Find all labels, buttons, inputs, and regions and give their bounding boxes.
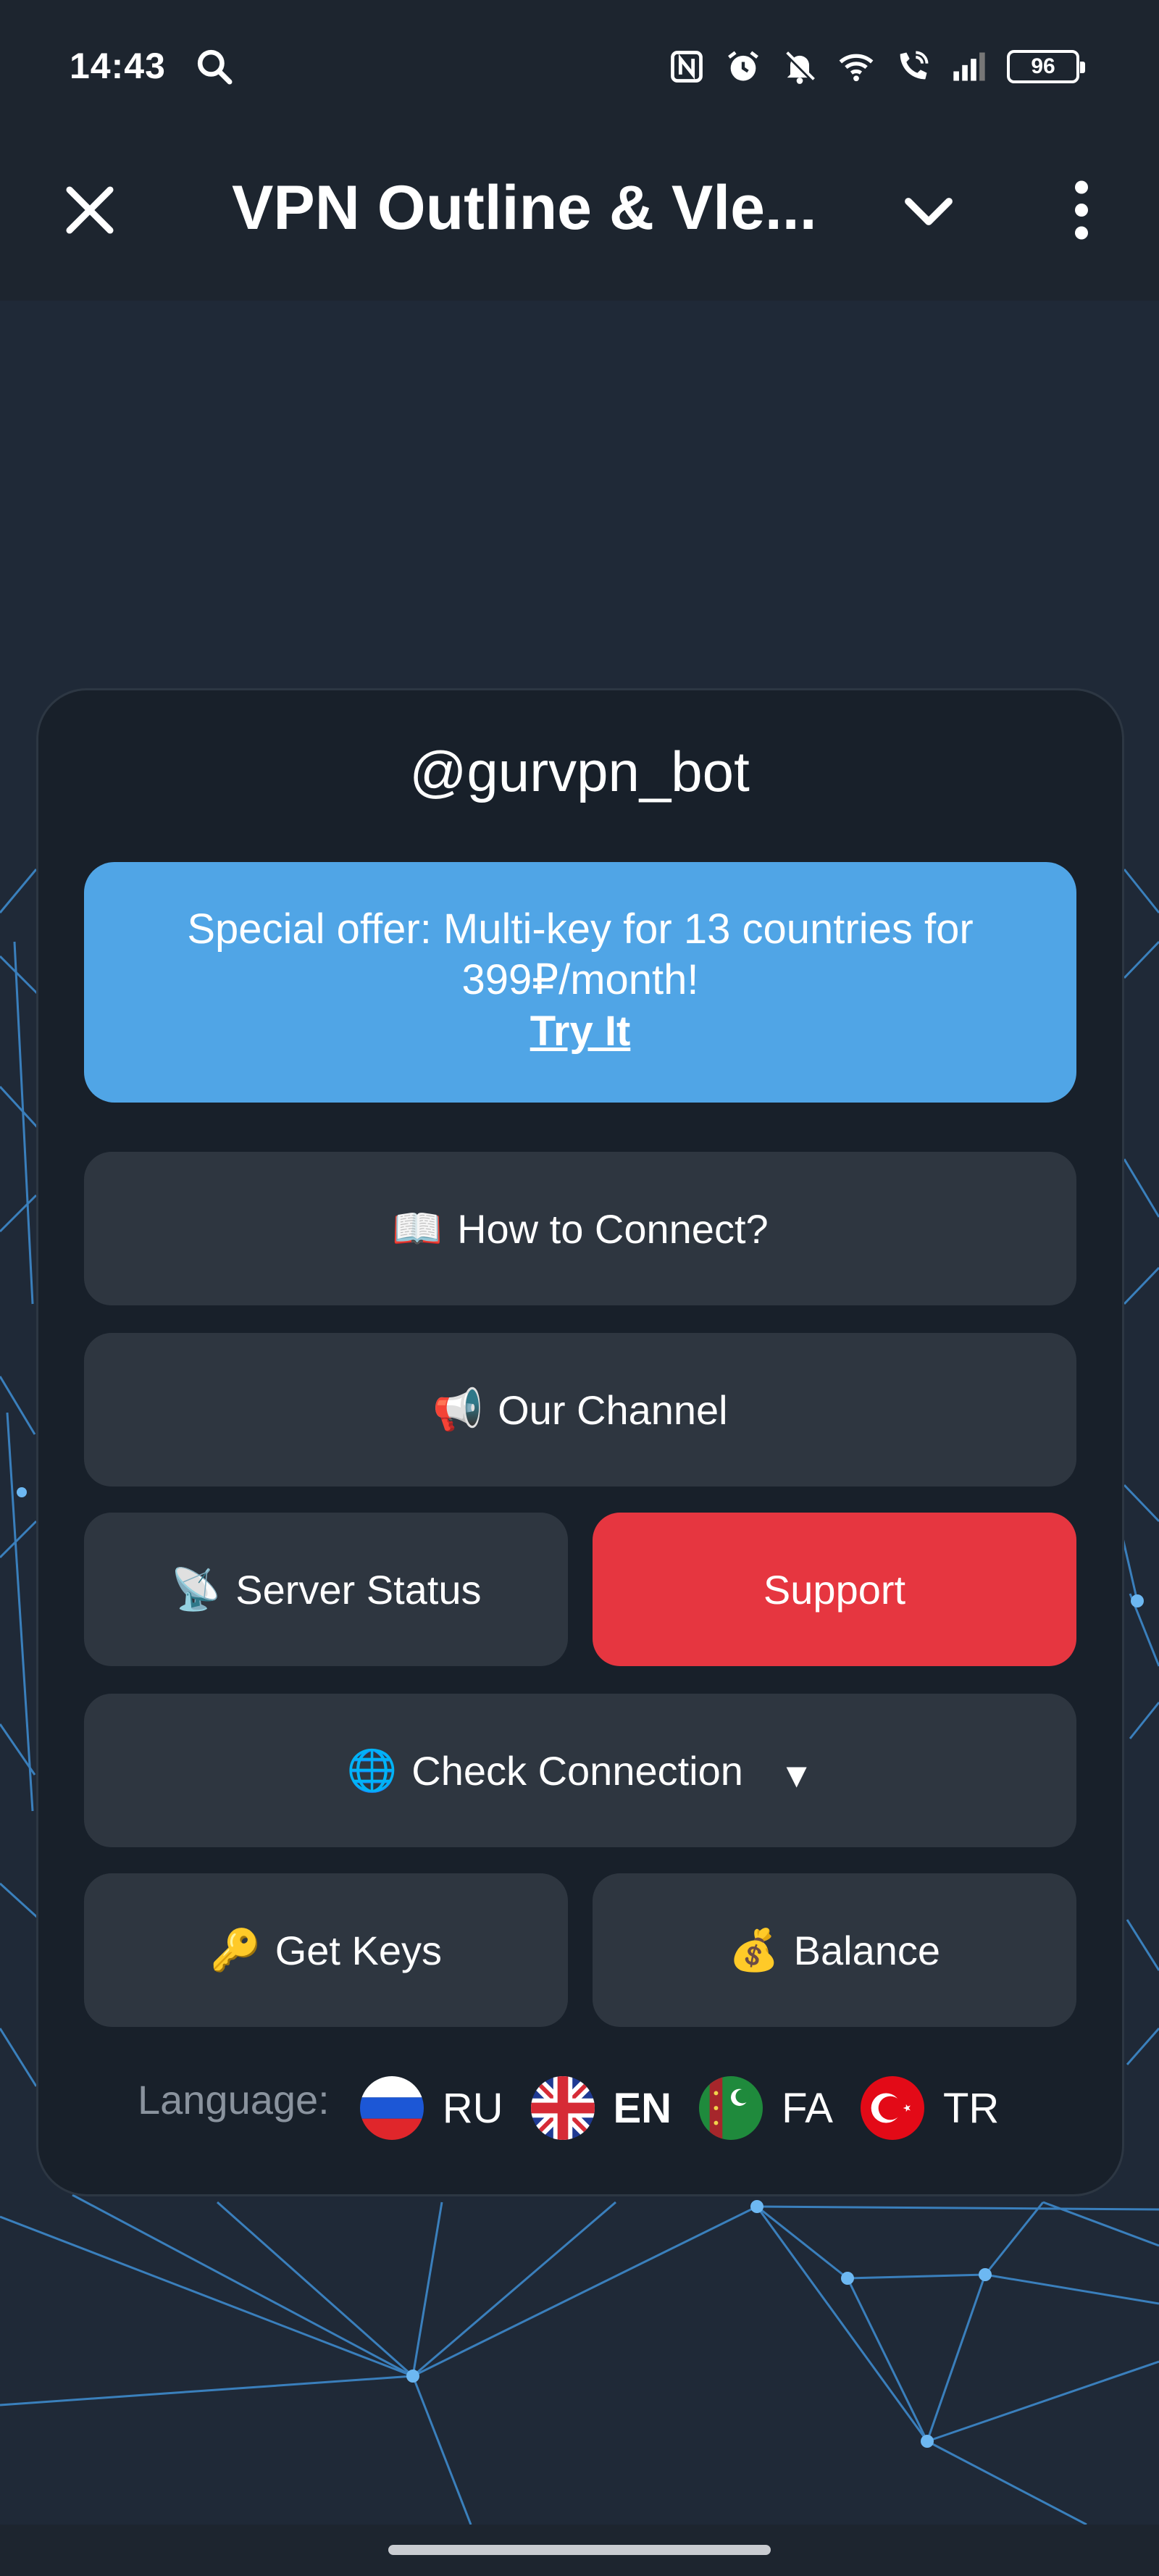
search-icon [197,49,233,85]
status-time: 14:43 [70,46,166,86]
home-indicator[interactable] [388,2545,771,2555]
wifi-icon [839,54,874,82]
more-options-icon[interactable] [1065,177,1098,243]
megaphone-icon: 📢 [432,1387,484,1432]
status-bar: 14:43 96 [0,0,1159,134]
money-bag-icon: 💰 [728,1927,779,1973]
mute-icon [784,51,816,84]
server-status-label: Server Status [235,1566,482,1613]
russia-flag-icon [359,2076,424,2140]
balance-button[interactable]: 💰 Balance [593,1873,1076,2027]
language-option-fa[interactable]: FA [699,2076,833,2140]
turkey-flag-icon [861,2076,924,2140]
language-option-tr[interactable]: TR [861,2076,999,2140]
offer-text: Special offer: Multi-key for 13 countrie… [187,906,974,1003]
get-keys-button[interactable]: 🔑 Get Keys [84,1873,568,2027]
turkmenistan-flag-icon [699,2076,763,2140]
support-label: Support [763,1566,906,1613]
status-icons: 96 [668,45,1085,88]
check-connection-label: Check Connection [411,1747,743,1794]
uk-flag-icon [530,2076,595,2140]
language-option-en[interactable]: EN [530,2076,672,2140]
balance-label: Balance [793,1927,941,1973]
check-connection-button[interactable]: 🌐 Check Connection ▼ [84,1694,1076,1847]
our-channel-label: Our Channel [498,1387,728,1433]
language-label: Language: [138,2076,330,2123]
dropdown-arrow-icon: ▼ [779,1756,814,1795]
how-to-connect-label: How to Connect? [457,1205,769,1252]
wifi-calling-icon [900,51,929,80]
our-channel-button[interactable]: 📢 Our Channel [84,1333,1076,1486]
language-code-tr: TR [943,2084,1000,2132]
close-icon[interactable] [59,180,120,241]
support-button[interactable]: Support [593,1513,1076,1666]
app-title: VPN Outline & Vle... [232,173,817,243]
key-icon: 🔑 [209,1927,261,1973]
chevron-down-icon[interactable] [898,181,959,242]
server-status-button[interactable]: 📡 Server Status [84,1513,568,1666]
language-code-fa: FA [782,2084,833,2132]
alarm-icon [728,51,758,81]
language-code-en: EN [613,2084,672,2132]
signal-icon [953,52,985,81]
language-code-ru: RU [442,2084,503,2132]
battery-icon: 96 [1007,50,1085,83]
book-icon: 📖 [392,1205,443,1251]
language-option-ru[interactable]: RU [359,2076,503,2140]
how-to-connect-button[interactable]: 📖 How to Connect? [84,1152,1076,1305]
globe-icon: 🌐 [346,1747,398,1793]
nfc-icon [671,51,703,83]
satellite-icon: 📡 [170,1566,222,1612]
get-keys-label: Get Keys [275,1927,443,1973]
bot-handle: @gurvpn_bot [409,740,750,803]
special-offer-banner[interactable]: Special offer: Multi-key for 13 countrie… [84,862,1076,1103]
try-it-link[interactable]: Try It [530,1007,631,1055]
language-selector: Language: RU EN FA TR [138,2072,1026,2144]
